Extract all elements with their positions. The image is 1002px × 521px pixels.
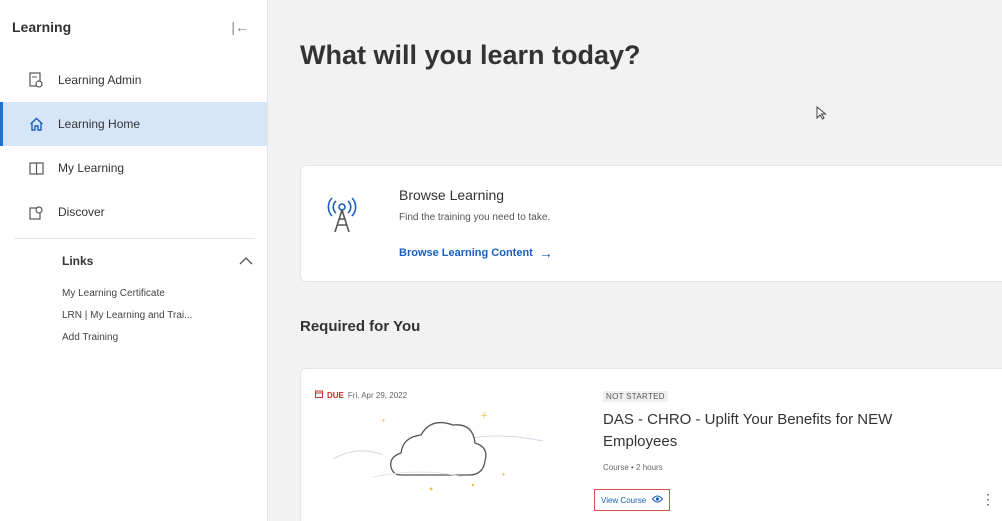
- sidebar-item-label: Learning Home: [58, 117, 141, 131]
- chevron-up-icon: [239, 254, 253, 268]
- course-meta: Course • 2 hours: [603, 463, 663, 472]
- more-options-icon[interactable]: ⋮: [981, 491, 995, 508]
- discover-icon: [28, 204, 44, 220]
- sidebar-item-label: Learning Admin: [58, 73, 142, 87]
- sidebar-item-my-learning[interactable]: My Learning: [0, 146, 267, 190]
- view-course-label: View Course: [601, 495, 647, 505]
- collapse-left-icon[interactable]: |←: [231, 19, 249, 35]
- admin-doc-icon: [28, 72, 44, 88]
- link-my-learning-certificate[interactable]: My Learning Certificate: [14, 283, 255, 305]
- link-add-training[interactable]: Add Training: [14, 327, 255, 349]
- course-title[interactable]: DAS - CHRO - Uplift Your Benefits for NE…: [603, 409, 953, 453]
- sidebar-header: Learning |←: [0, 0, 267, 48]
- links-title: Links: [62, 254, 94, 268]
- eye-icon: [652, 495, 664, 505]
- page-title: What will you learn today?: [300, 40, 641, 70]
- status-badge: NOT STARTED: [603, 391, 668, 402]
- sidebar-item-learning-admin[interactable]: Learning Admin: [0, 58, 267, 102]
- sidebar-item-label: My Learning: [58, 161, 125, 175]
- sidebar-item-label: Discover: [58, 205, 105, 219]
- main-content: What will you learn today? Browse Learni…: [268, 0, 1002, 521]
- links-section: Links My Learning Certificate LRN | My L…: [14, 238, 255, 349]
- links-toggle[interactable]: Links: [14, 239, 255, 283]
- required-section-title: Required for You: [300, 318, 421, 335]
- browse-link-label: Browse Learning Content: [399, 247, 533, 259]
- view-course-button[interactable]: View Course: [594, 489, 671, 511]
- mouse-cursor-icon: [816, 105, 827, 125]
- course-card: DUE Fri, Apr 29, 2022 + + + NOT STARTED …: [300, 368, 1002, 521]
- sidebar-item-learning-home[interactable]: Learning Home: [0, 102, 267, 146]
- sidebar-nav: Learning Admin Learning Home My Learning…: [0, 58, 267, 234]
- svg-text:+: +: [381, 416, 386, 425]
- browse-subtitle: Find the training you need to take.: [399, 212, 551, 223]
- cloud-illustration-icon: + + +: [313, 397, 563, 502]
- browse-title: Browse Learning: [399, 187, 505, 203]
- home-icon: [28, 116, 44, 132]
- browse-learning-card: Browse Learning Find the training you ne…: [300, 165, 1002, 282]
- svg-text:+: +: [481, 410, 487, 422]
- browse-learning-content-link[interactable]: Browse Learning Content →: [399, 245, 553, 261]
- arrow-right-icon: →: [538, 245, 553, 261]
- broadcast-tower-icon: [325, 194, 359, 239]
- book-icon: [28, 160, 44, 176]
- sidebar-item-discover[interactable]: Discover: [0, 190, 267, 234]
- svg-text:+: +: [501, 470, 506, 479]
- sidebar: Learning |← Learning Admin Learning Home: [0, 0, 268, 521]
- app: Learning |← Learning Admin Learning Home: [0, 0, 1002, 521]
- sidebar-title: Learning: [12, 19, 72, 35]
- link-lrn-my-learning[interactable]: LRN | My Learning and Trai...: [14, 305, 255, 327]
